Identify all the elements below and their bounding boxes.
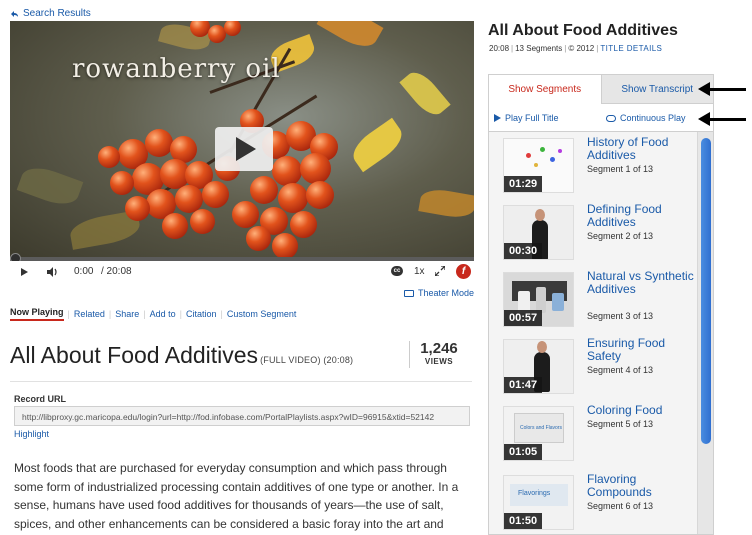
segment-number: Segment 6 of 13 xyxy=(587,501,654,511)
segment-tabs: Show Segments Show Transcript xyxy=(488,74,714,104)
description-text: Most foods that are purchased for everyd… xyxy=(14,461,459,531)
segment-item[interactable]: 00:57 Natural vs Synthetic Additives Seg… xyxy=(489,266,697,334)
tab-related[interactable]: Related xyxy=(74,309,105,319)
tab-citation[interactable]: Citation xyxy=(186,309,217,319)
annotation-arrow xyxy=(698,112,746,126)
segment-thumbnail: 00:57 xyxy=(503,272,574,327)
annotation-arrow xyxy=(698,82,746,96)
theater-mode-label: Theater Mode xyxy=(418,288,475,298)
divider xyxy=(10,381,472,382)
highlight-link[interactable]: Highlight xyxy=(14,429,49,439)
tab-show-segments[interactable]: Show Segments xyxy=(488,74,602,104)
continuous-play-label: Continuous Play xyxy=(620,113,686,123)
total-time: / 20:08 xyxy=(101,266,132,277)
segment-duration: 01:29 xyxy=(504,176,543,192)
page-title: All About Food Additives (FULL VIDEO) (20… xyxy=(10,342,353,369)
continuous-play-toggle[interactable]: Continuous Play xyxy=(606,113,686,123)
title-details-link[interactable]: TITLE DETAILS xyxy=(600,44,662,53)
segment-title: Flavoring Compounds xyxy=(587,472,652,499)
play-full-title-button[interactable]: Play Full Title xyxy=(494,113,559,123)
search-results-link[interactable]: Search Results xyxy=(10,8,91,19)
volume-icon[interactable] xyxy=(47,267,58,277)
segment-title: Coloring Food xyxy=(587,403,663,417)
segment-list: 01:29 History of Food Additives Segment … xyxy=(488,131,714,535)
segment-number: Segment 2 of 13 xyxy=(587,231,654,241)
segment-thumbnail: Flavorings 01:50 xyxy=(503,475,574,530)
video-controls: 0:00 / 20:08 cc 1x f xyxy=(10,261,474,283)
video-player[interactable]: rowanberry oil xyxy=(10,21,474,261)
play-icon xyxy=(494,114,501,122)
scrollbar-track[interactable] xyxy=(697,132,713,534)
thumbnail-text: Flavorings xyxy=(518,490,551,497)
monitor-icon xyxy=(404,289,414,297)
views-number: 1,246 xyxy=(420,340,458,357)
fullscreen-icon[interactable] xyxy=(435,266,445,276)
segment-duration: 00:30 xyxy=(504,243,543,259)
record-url-field[interactable]: http://libproxy.gc.maricopa.edu/login?ur… xyxy=(14,406,470,426)
thumbnail-text: Colors and Flavors xyxy=(520,425,562,431)
closed-captions-icon[interactable]: cc xyxy=(391,266,403,276)
play-icon xyxy=(236,137,256,161)
play-button[interactable] xyxy=(215,127,273,171)
segment-thumbnail: 01:29 xyxy=(503,138,574,193)
segment-item[interactable]: 01:47 Ensuring Food Safety Segment 4 of … xyxy=(489,333,697,401)
video-title-meta: (FULL VIDEO) (20:08) xyxy=(260,355,354,365)
segment-title: Ensuring Food Safety xyxy=(587,336,666,363)
segment-duration: 01:05 xyxy=(504,444,543,460)
search-results-label: Search Results xyxy=(23,8,91,19)
video-overlay-text: rowanberry oil xyxy=(72,54,281,84)
tab-custom-segment[interactable]: Custom Segment xyxy=(227,309,297,319)
tab-share[interactable]: Share xyxy=(115,309,139,319)
segment-duration: 00:57 xyxy=(504,310,543,326)
tab-now-playing[interactable]: Now Playing xyxy=(10,307,64,321)
segment-number: Segment 4 of 13 xyxy=(587,365,654,375)
title-meta: 20:08 | 13 Segments | © 2012 | TITLE DETAILS xyxy=(489,44,663,53)
segment-title: Natural vs Synthetic Additives xyxy=(587,269,694,296)
segment-number: Segment 1 of 13 xyxy=(587,164,654,174)
view-count: 1,246 VIEWS xyxy=(416,340,462,366)
segment-duration: 01:50 xyxy=(504,513,543,529)
flash-icon[interactable]: f xyxy=(456,264,471,279)
video-title: All About Food Additives xyxy=(10,342,259,368)
play-full-label: Play Full Title xyxy=(505,113,559,123)
segment-duration: 01:47 xyxy=(504,377,543,393)
segment-thumbnail: 01:47 xyxy=(503,339,574,394)
segment-number: Segment 5 of 13 xyxy=(587,419,654,429)
duration: 20:08 xyxy=(489,44,510,53)
segment-thumbnail: 00:30 xyxy=(503,205,574,260)
views-label: VIEWS xyxy=(424,357,454,366)
panel-title: All About Food Additives xyxy=(488,22,678,39)
current-time: 0:00 xyxy=(74,266,94,277)
segment-number: Segment 3 of 13 xyxy=(587,311,654,321)
scrollbar-thumb[interactable] xyxy=(701,138,711,444)
loop-icon xyxy=(606,114,616,122)
play-small-icon[interactable] xyxy=(21,268,28,276)
segment-item[interactable]: 00:30 Defining Food Additives Segment 2 … xyxy=(489,199,697,267)
record-url-label: Record URL xyxy=(14,394,67,404)
playback-speed[interactable]: 1x xyxy=(414,266,425,277)
segment-item[interactable]: Colors and Flavors 01:05 Coloring Food S… xyxy=(489,400,697,468)
tab-add-to[interactable]: Add to xyxy=(150,309,176,319)
segment-item[interactable]: Flavorings 01:50 Flavoring Compounds Seg… xyxy=(489,467,697,534)
segment-title: Defining Food Additives xyxy=(587,202,662,229)
divider xyxy=(409,341,410,368)
content-tabs: Now Playing | Related | Share | Add to | Cit… xyxy=(10,307,297,321)
back-arrow-icon xyxy=(11,10,18,17)
copyright-year: © 2012 xyxy=(568,44,595,53)
play-options: Play Full Title Continuous Play xyxy=(488,104,714,131)
segment-item[interactable]: 01:29 History of Food Additives Segment … xyxy=(489,132,697,200)
segment-count: 13 Segments xyxy=(515,44,563,53)
segment-thumbnail: Colors and Flavors 01:05 xyxy=(503,406,574,461)
theater-mode-button[interactable]: Theater Mode xyxy=(404,288,474,298)
segment-title: History of Food Additives xyxy=(587,135,669,162)
